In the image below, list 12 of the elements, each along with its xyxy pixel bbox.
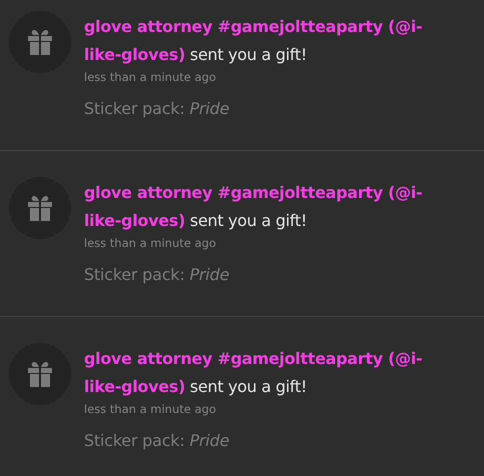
timestamp: less than a minute ago	[84, 401, 217, 417]
timestamp: less than a minute ago	[84, 235, 217, 251]
gift-detail: Sticker pack: Pride	[84, 431, 230, 450]
timestamp: less than a minute ago	[84, 69, 217, 85]
gift-icon	[26, 194, 54, 222]
notification-text: glove attorney #gamejoltteaparty (@i-like-gloves) sent you a gift!	[84, 348, 424, 398]
gift-icon	[26, 360, 54, 388]
gift-detail: Sticker pack: Pride	[84, 99, 230, 118]
gift-detail: Sticker pack: Pride	[84, 265, 230, 284]
notification-text: glove attorney #gamejoltteaparty (@i-like-gloves) sent you a gift!	[84, 182, 424, 232]
gift-icon	[26, 28, 54, 56]
notification-text: glove attorney #gamejoltteaparty (@i-like-gloves) sent you a gift!	[84, 16, 424, 66]
